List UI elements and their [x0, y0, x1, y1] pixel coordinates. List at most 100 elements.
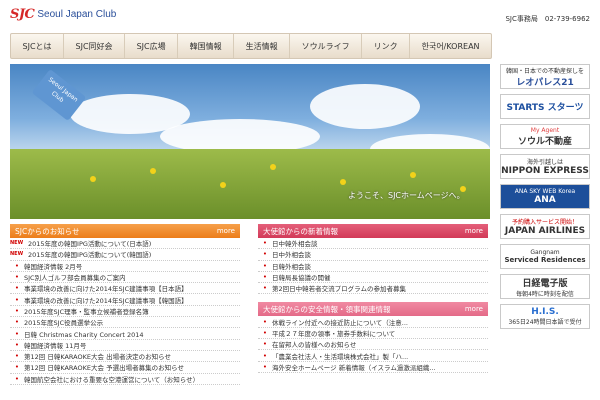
- banner-ana[interactable]: ANA SKY WEB Korea ANA: [500, 184, 590, 209]
- embassy-news-more-link[interactable]: more: [465, 227, 483, 235]
- nav-item-clubs[interactable]: SJC同好会: [64, 34, 126, 58]
- list-item[interactable]: • 日韓局長協議の開催: [258, 272, 488, 284]
- bullet-icon: •: [262, 340, 268, 349]
- banner-nikkei[interactable]: 日経電子版 毎朝4時に時刻を配信: [500, 274, 590, 299]
- banner-his[interactable]: H.I.S. 365日24時間日本語で受付: [500, 304, 590, 329]
- list-item[interactable]: • 海外安全ホームページ 新着情報（イスラム過激派組織...: [258, 362, 488, 373]
- banner-caption: 韓国・日本での不動産探しを: [505, 67, 584, 75]
- list-item[interactable]: • 在留邦人の皆様へのお知らせ: [258, 339, 488, 351]
- banner-title: STARTS スターツ: [506, 103, 584, 113]
- bullet-icon: •: [262, 250, 268, 259]
- banner-gangnam[interactable]: Gangnam Serviced Residences: [500, 244, 590, 269]
- banner-title: ANA: [534, 195, 556, 205]
- list-item[interactable]: • 日韓 Christmas Charity Concert 2014: [10, 328, 240, 340]
- list-item-text: 韓国航空会社における重要な空港運営について（お知らせ）: [24, 375, 200, 384]
- banner-title: 日経電子版: [522, 278, 568, 289]
- flower: [340, 179, 346, 185]
- sponsor-sidebar: 韓国・日本での不動産探しを レオパレス21 STARTS スターツ My Age…: [500, 64, 590, 334]
- hero-banner: Seoul Japan Club ようこそ、SJCホームページへ。: [10, 64, 490, 219]
- list-item[interactable]: • 韓国経済情報 11月号: [10, 340, 240, 351]
- banner-caption: 365日24時間日本語で受付: [508, 319, 582, 326]
- bullet-icon: •: [14, 306, 20, 315]
- list-item[interactable]: • 日韓外相会談: [258, 261, 488, 272]
- sjc-news-title: SJCからのお知らせ: [15, 226, 80, 236]
- bullet-icon: •: [262, 317, 268, 326]
- list-item[interactable]: • 休戦ライン付近への接近防止について（注意...: [258, 316, 488, 328]
- site-logo[interactable]: SJC Seoul Japan Club: [10, 7, 116, 22]
- list-item[interactable]: • 2015年度SJC理事・監事立候補者登録名簿: [10, 306, 240, 318]
- safety-news-header: 大使館からの安全情報・領事関連情報 more: [258, 302, 488, 317]
- nav-item-plaza[interactable]: SJC広場: [125, 34, 179, 58]
- list-item[interactable]: • 2015年度SJC役員選挙公示: [10, 317, 240, 329]
- safety-news-more-link[interactable]: more: [465, 305, 483, 313]
- bullet-icon: •: [14, 352, 20, 361]
- nav-item-living-info[interactable]: 生活情報: [234, 34, 291, 58]
- list-item-text: 平成２７年度の領事・旅券手数料について: [272, 329, 396, 338]
- list-item[interactable]: • 日中外相会談: [258, 249, 488, 261]
- bullet-icon: •: [14, 374, 20, 383]
- banner-starts[interactable]: STARTS スターツ: [500, 94, 590, 119]
- bullet-icon: •: [14, 295, 20, 304]
- nav-item-korea-info[interactable]: 韓国情報: [178, 34, 235, 58]
- office-contact: SJC事務局 02-739-6962: [505, 15, 590, 23]
- logo-mark: SJC: [10, 7, 35, 22]
- flower: [90, 176, 96, 182]
- list-item-text: 事業環境の改善に向けた2014年SJC建議事項【韓国語】: [24, 296, 188, 305]
- flower: [410, 172, 416, 178]
- bullet-icon: •: [262, 362, 268, 371]
- banner-caption: My Agent: [530, 126, 560, 134]
- banner-myagent[interactable]: My Agent ソウル不動産: [500, 124, 590, 149]
- list-item[interactable]: • 第12回 日韓KARAOKE大会 予選出場者募集のお知らせ: [10, 362, 240, 374]
- bullet-icon: •: [14, 363, 20, 372]
- banner-caption: 予約購入サービス開始！: [511, 219, 578, 226]
- banner-title: H.I.S.: [531, 307, 559, 317]
- list-item-text: 日韓 Christmas Charity Concert 2014: [24, 330, 144, 339]
- list-item[interactable]: • 平成２７年度の領事・旅券手数料について: [258, 328, 488, 340]
- flower: [220, 182, 226, 188]
- list-item-text: 第12回 日韓KARAOKE大会 出場者決定のお知らせ: [24, 353, 171, 362]
- list-item[interactable]: • 韓国航空会社における重要な空港運営について（お知らせ）: [10, 374, 240, 385]
- banner-caption: ANA SKY WEB Korea: [514, 188, 576, 195]
- bullet-icon: •: [262, 351, 268, 360]
- embassy-news-panel: 大使館からの新着情報 more • 日中韓外相会談 • 日中外相会談 • 日韓外相会談…: [258, 224, 488, 373]
- list-item-text: 海外安全ホームページ 新着情報（イスラム過激派組織...: [272, 363, 436, 372]
- banner-caption: 毎朝4時に時刻を配信: [516, 290, 574, 298]
- bullet-icon: •: [262, 273, 268, 282]
- sjc-news-list: NEW 2015年度の韓国IPG活動について(日本語) NEW 2015年度の韓国I…: [10, 238, 240, 385]
- banner-jal[interactable]: 予約購入サービス開始！ JAPAN AIRLINES: [500, 214, 590, 239]
- sjc-news-more-link[interactable]: more: [217, 227, 235, 235]
- bullet-icon: •: [14, 318, 20, 327]
- banner-nippon-express[interactable]: 海外引越しは NIPPON EXPRESS: [500, 154, 590, 179]
- sjc-news-panel: SJCからのお知らせ more NEW 2015年度の韓国IPG活動について(日本…: [10, 224, 240, 385]
- list-item[interactable]: • 事業環境の改善に向けた2014年SJC建議事項【日本語】: [10, 283, 240, 295]
- bullet-icon: •: [14, 261, 20, 270]
- welcome-text: ようこそ、SJCホームページへ。: [348, 191, 465, 200]
- list-item[interactable]: • 事業環境の改善に向けた2014年SJC建議事項【韓国語】: [10, 294, 240, 306]
- list-item[interactable]: • 日中韓外相会談: [258, 238, 488, 250]
- logo-text: Seoul Japan Club: [37, 9, 117, 20]
- list-item-text: 2015年度SJC理事・監事立候補者登録名簿: [24, 307, 149, 316]
- list-item[interactable]: • 韓国経済情報 2月号: [10, 261, 240, 272]
- list-item[interactable]: NEW 2015年度の韓国IPG活動について(日本語): [10, 238, 240, 250]
- list-item-text: 2015年度SJC役員選挙公示: [24, 319, 104, 328]
- banner-leopalace[interactable]: 韓国・日本での不動産探しを レオパレス21: [500, 64, 590, 89]
- bullet-icon: •: [14, 284, 20, 293]
- new-badge: NEW: [10, 251, 24, 258]
- banner-title: Serviced Residences: [504, 256, 586, 264]
- new-badge: NEW: [10, 240, 24, 247]
- embassy-news-title: 大使館からの新着情報: [263, 226, 338, 236]
- list-item[interactable]: • 第2回日中韓若者交流プログラムの参加者募集: [258, 283, 488, 295]
- list-item[interactable]: NEW 2015年度の韓国IPG活動について(韓国語): [10, 249, 240, 261]
- bullet-icon: •: [14, 340, 20, 349]
- bullet-icon: •: [262, 261, 268, 270]
- nav-item-about[interactable]: SJCとは: [11, 34, 65, 58]
- banner-title: ソウル不動産: [517, 136, 572, 147]
- list-item[interactable]: • SJC別人ゴルフ部会員募集のご案内: [10, 272, 240, 284]
- list-item[interactable]: • 第12回 日韓KARAOKE大会 出場者決定のお知らせ: [10, 351, 240, 363]
- list-item[interactable]: • 「農業会社法人・生活環境株式会社」製「ハ...: [258, 350, 488, 362]
- nav-item-seoul-life[interactable]: ソウルライフ: [290, 34, 363, 58]
- nav-item-links[interactable]: リンク: [362, 34, 411, 58]
- bullet-icon: •: [14, 273, 20, 282]
- bullet-icon: •: [14, 329, 20, 338]
- nav-item-korean[interactable]: 한국어/KOREAN: [410, 34, 491, 58]
